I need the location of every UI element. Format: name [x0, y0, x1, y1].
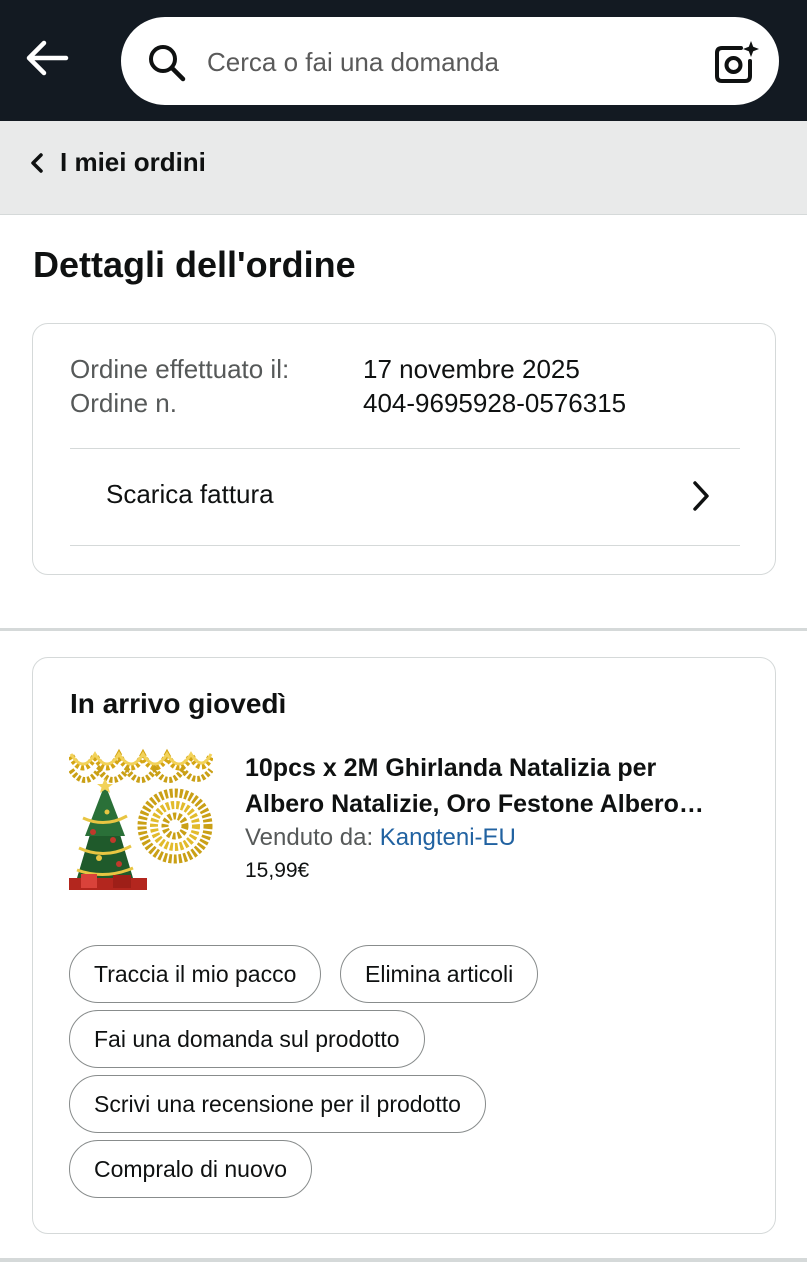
shipment-card: In arrivo giovedì 10pcs x 2M Ghirlanda N… — [32, 657, 776, 1234]
ask-question-button[interactable]: Fai una domanda sul prodotto — [69, 1010, 425, 1068]
product-price: 15,99€ — [245, 859, 310, 882]
breadcrumb-label: I miei ordini — [60, 147, 206, 177]
chevron-left-icon — [31, 152, 43, 173]
product-title[interactable]: 10pcs x 2M Ghirlanda Natalizia per Alber… — [245, 750, 745, 822]
buy-again-button[interactable]: Compralo di nuovo — [69, 1140, 313, 1198]
page-title: Dettagli dell'ordine — [33, 244, 356, 285]
search-box[interactable] — [119, 15, 781, 107]
order-date-label: Ordine effettuato il: — [70, 354, 290, 384]
order-number-row: Ordine n. 404-9695928-0576315 — [70, 388, 626, 419]
search-input[interactable] — [207, 41, 687, 83]
download-invoice-link[interactable]: Scarica fattura — [70, 449, 740, 544]
section-separator — [0, 1258, 807, 1262]
back-arrow-icon[interactable] — [22, 34, 72, 84]
product-title-line: 10pcs x 2M Ghirlanda Natalizia per — [245, 754, 657, 782]
product-image[interactable] — [69, 748, 213, 893]
order-date-value: 17 novembre 2025 — [363, 354, 580, 384]
breadcrumb[interactable]: I miei ordini — [28, 147, 206, 178]
top-bar — [0, 0, 807, 121]
delete-items-button[interactable]: Elimina articoli — [340, 945, 539, 1003]
order-number-value: 404-9695928-0576315 — [363, 388, 627, 418]
seller-label: Venduto da: — [245, 824, 374, 851]
camera-icon[interactable] — [711, 39, 759, 87]
order-date-row: Ordine effettuato il: 17 novembre 2025 — [70, 354, 580, 385]
seller-link[interactable]: Kangteni-EU — [380, 824, 516, 851]
search-icon — [149, 45, 186, 82]
product-title-line: Albero Natalizie, Oro Festone Albero… — [245, 790, 704, 818]
seller-row: Venduto da: Kangteni-EU — [245, 824, 516, 852]
download-invoice-label: Scarica fattura — [106, 479, 274, 509]
order-number-label: Ordine n. — [70, 388, 177, 418]
breadcrumb-bar: I miei ordini — [0, 121, 807, 215]
divider — [70, 545, 740, 546]
chevron-right-icon — [693, 481, 709, 511]
write-review-button[interactable]: Scrivi una recensione per il prodotto — [69, 1075, 486, 1133]
track-package-button[interactable]: Traccia il mio pacco — [69, 945, 322, 1003]
arrival-status: In arrivo giovedì — [70, 688, 287, 719]
order-info-card: Ordine effettuato il: 17 novembre 2025 O… — [32, 323, 776, 575]
section-separator — [0, 628, 807, 631]
